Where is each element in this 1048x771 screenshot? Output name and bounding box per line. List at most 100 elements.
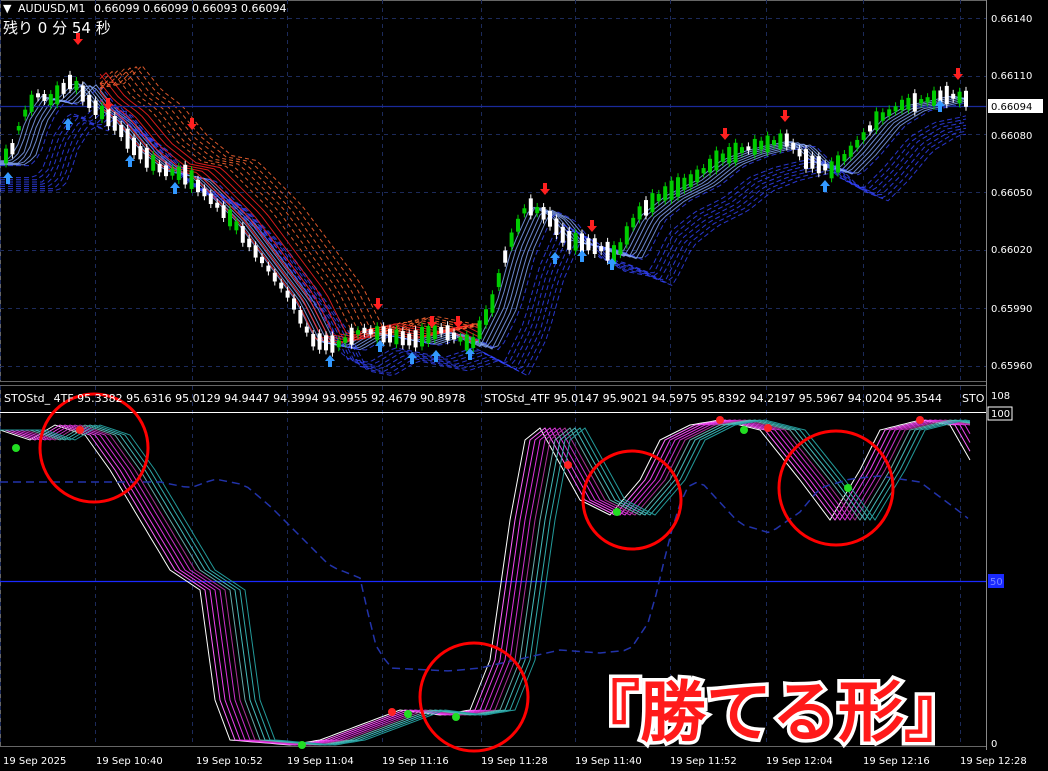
ma-line-red	[99, 72, 479, 339]
candle-body	[554, 218, 559, 235]
candle-body	[848, 145, 853, 157]
candle-body	[176, 166, 181, 180]
candle-body	[797, 148, 802, 157]
candle-body	[605, 241, 610, 261]
candle-body	[388, 328, 392, 343]
time-tick: 19 Sep 11:52	[670, 756, 737, 767]
time-tick: 19 Sep 11:16	[382, 756, 449, 767]
candle-body	[868, 125, 872, 132]
candle-body	[586, 238, 591, 251]
signal-dot	[764, 424, 772, 432]
price-tick: 0.66050	[991, 188, 1032, 199]
candle-body	[720, 153, 725, 162]
candle-body	[426, 326, 431, 344]
candle-body	[727, 147, 732, 164]
candle-body	[836, 155, 840, 173]
candle-body	[285, 290, 290, 298]
candle-body	[420, 326, 424, 347]
price-tick: 0.66020	[991, 245, 1032, 256]
signal-dot	[916, 416, 924, 424]
ma-line	[0, 85, 967, 350]
candle-body	[887, 109, 892, 117]
candle-body	[592, 238, 597, 255]
signal-dot	[564, 461, 572, 469]
candle-body	[272, 272, 277, 282]
candle-body	[375, 326, 380, 340]
candle-body	[964, 90, 968, 107]
candle-body	[912, 93, 917, 112]
price-tick: 0.65990	[991, 304, 1032, 315]
candle-body	[906, 97, 911, 110]
candle-body	[522, 208, 527, 214]
candle-body	[215, 202, 220, 208]
candle-body	[663, 186, 668, 201]
candle-body	[765, 135, 770, 153]
indicator-legend-2: STOStd_4TF 95.0147 95.9021 94.5975 95.83…	[484, 392, 942, 405]
candle-body	[202, 188, 207, 197]
price-axis[interactable]: 0.66140 0.66110 0.66080 0.66050 0.66020 …	[991, 14, 1032, 372]
candle-body	[823, 164, 828, 171]
down-arrow-icon	[780, 110, 790, 122]
candle-body	[311, 334, 316, 347]
candle-body	[234, 221, 239, 231]
candle-body	[464, 334, 469, 351]
signal-dot	[12, 444, 20, 452]
down-arrow-icon	[953, 68, 963, 80]
price-panel[interactable]	[0, 0, 987, 382]
candle-body	[484, 309, 488, 325]
ma-line	[0, 81, 967, 348]
candle-body	[925, 97, 930, 103]
candle-body	[548, 210, 552, 227]
candle-body	[490, 294, 495, 313]
candle-body	[48, 94, 53, 106]
candle-body	[637, 206, 642, 220]
candle-body	[516, 218, 520, 232]
up-arrow-icon	[577, 250, 587, 262]
candle-body	[42, 93, 47, 101]
annotation-circle-2	[418, 641, 530, 753]
candle-body	[573, 232, 578, 251]
time-tick: 19 Sep 2025	[3, 756, 66, 767]
candlesticks	[4, 70, 968, 357]
signal-dot	[388, 708, 396, 716]
candle-body	[125, 128, 130, 149]
osc-50-badge-text: 50	[990, 577, 1003, 588]
candle-body	[816, 156, 821, 174]
time-axis[interactable]: 19 Sep 2025 19 Sep 10:40 19 Sep 10:52 19…	[3, 756, 1027, 767]
ma-line-red	[99, 91, 479, 342]
candle-body	[682, 177, 687, 190]
candle-body	[80, 85, 85, 102]
candle-body	[87, 95, 92, 108]
up-arrow-icon	[820, 180, 830, 192]
current-price-value: 0.66094	[991, 102, 1032, 113]
candle-body	[16, 126, 21, 131]
candle-body	[151, 155, 156, 171]
time-tick: 19 Sep 11:40	[575, 756, 642, 767]
time-tick: 19 Sep 11:04	[287, 756, 354, 767]
candle-body	[170, 168, 175, 176]
candle-body	[509, 232, 514, 247]
candle-body	[746, 146, 751, 151]
candle-body	[535, 206, 540, 214]
candle-body	[4, 148, 8, 164]
candle-body	[368, 329, 373, 335]
candle-body	[772, 140, 776, 146]
candle-body	[445, 325, 450, 341]
candle-body	[804, 149, 808, 169]
candle-body	[208, 193, 213, 205]
candle-body	[221, 205, 226, 218]
candle-body	[714, 150, 719, 171]
signal-arrows	[3, 33, 963, 367]
osc-axis[interactable]: 108 100 0	[987, 391, 1013, 750]
candle-body	[183, 164, 188, 185]
candle-body	[330, 335, 335, 353]
candle-body	[106, 108, 111, 127]
chart-window[interactable]: ▼ AUDUSD,M1 0.66099 0.66099 0.66093 0.66…	[0, 0, 1048, 771]
indicator-legend-1: STOStd_ 4TF 95.3382 95.6316 95.0129 94.9…	[4, 392, 466, 405]
candle-body	[317, 333, 322, 350]
collapse-triangle-icon[interactable]: ▼	[3, 2, 12, 15]
price-tick: 0.66140	[991, 14, 1032, 25]
candle-body	[23, 109, 28, 117]
candle-body	[343, 337, 348, 343]
candle-body	[688, 174, 693, 187]
